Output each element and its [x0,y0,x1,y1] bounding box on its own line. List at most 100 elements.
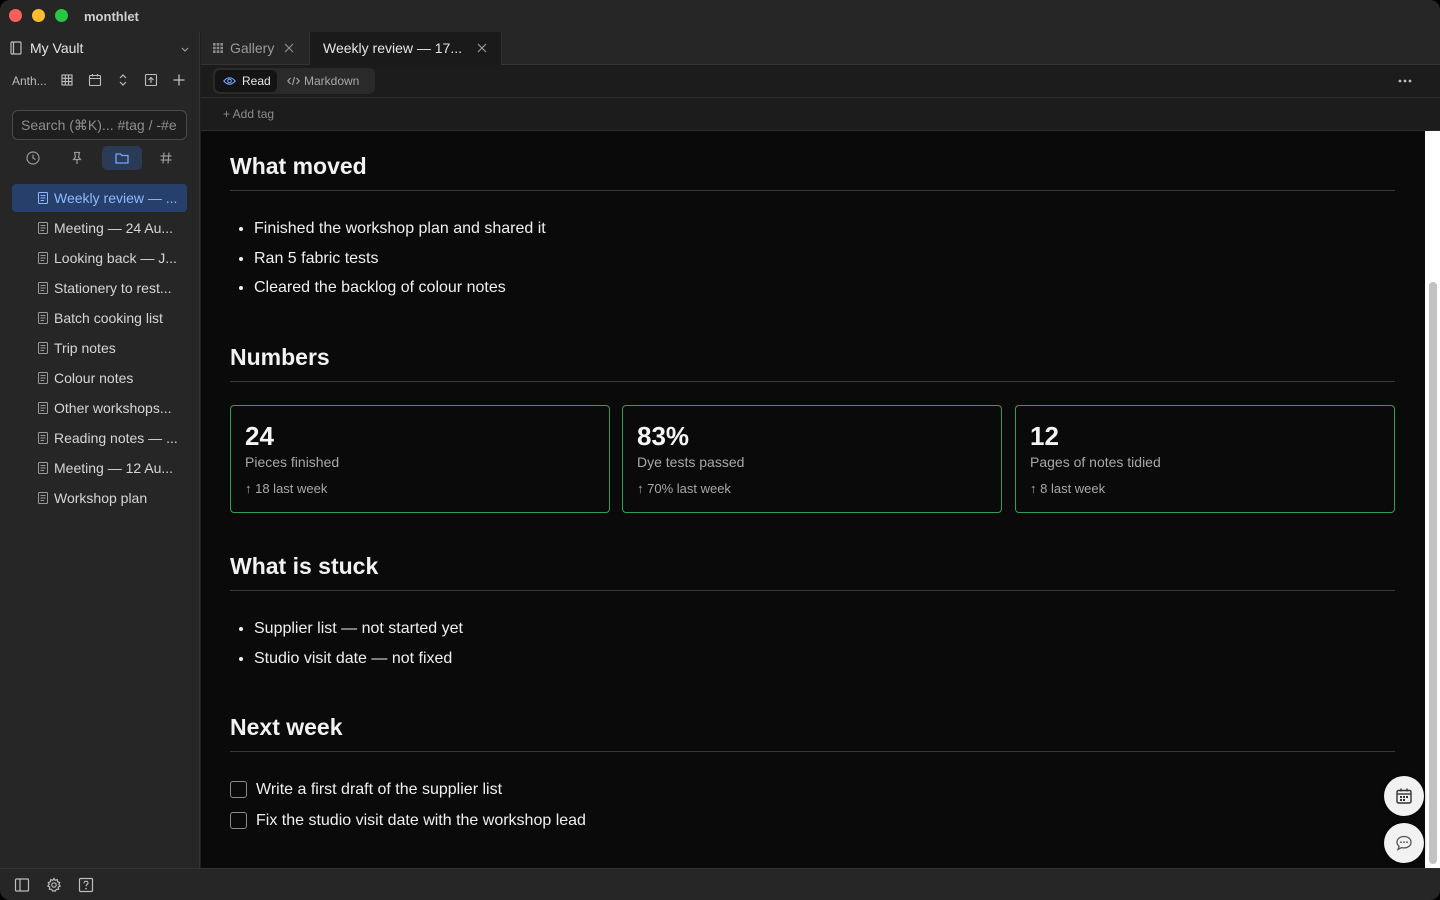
sort-icon[interactable] [115,72,131,88]
vault-switcher[interactable]: My Vault [0,32,200,64]
import-icon[interactable] [143,72,159,88]
add-tag-button[interactable]: + Add tag [223,107,274,121]
stat-value: 24 [245,421,274,451]
stat-label: Dye tests passed [637,454,745,470]
pin-icon [72,151,82,164]
file-item[interactable]: Trip notes [12,334,187,362]
heading-divider [230,590,1395,591]
zoom-window-button[interactable] [55,9,68,22]
list-item: Cleared the backlog of colour notes [254,278,546,308]
note-icon [38,372,48,384]
calendar-icon[interactable] [87,72,103,88]
stat-value: 12 [1030,421,1059,451]
sidebar-toggle-icon[interactable] [14,877,30,893]
note-icon [38,342,48,354]
note-icon [38,462,48,474]
close-window-button[interactable] [9,9,22,22]
heading-divider [230,751,1395,752]
new-note-icon[interactable] [171,72,187,88]
file-name: Meeting — 12 Au... [54,460,174,476]
markdown-mode-button[interactable]: Markdown [279,70,373,92]
mode-bar: Read Markdown [201,65,1440,98]
stat-delta: ↑ 8 last week [1030,481,1106,496]
tab-pinned[interactable] [57,146,97,170]
tab-tags[interactable] [146,146,186,170]
stat-card: 24 Pieces finished ↑ 18 last week [230,405,610,513]
markdown-mode-label: Markdown [304,74,360,88]
tag-bar: + Add tag [201,98,1440,131]
close-icon[interactable] [477,43,487,53]
close-icon[interactable] [284,43,294,53]
gear-icon[interactable] [46,877,62,893]
file-name: Stationery to rest... [54,280,172,296]
tab-label: Gallery [230,40,275,56]
stat-delta: ↑ 18 last week [245,481,328,496]
file-name: Meeting — 24 Au... [54,220,174,236]
vault-name: My Vault [30,40,84,56]
file-name: Workshop plan [54,490,148,506]
bottom-bar [0,868,1440,900]
list-item: Supplier list — not started yet [254,619,463,649]
task-text: Fix the studio visit date with the works… [256,812,586,829]
more-options-icon[interactable] [1397,75,1413,87]
sidebar-toolbar: Anth... [0,64,200,98]
calendar-button[interactable] [1384,776,1424,816]
view-mode-toggle: Read Markdown [213,68,375,94]
file-item[interactable]: Workshop plan [12,484,187,512]
file-name: Other workshops... [54,400,172,416]
tab-folders[interactable] [102,146,142,170]
section-heading: What moved [230,153,367,179]
heading-divider [230,381,1395,382]
chevron-down-icon [181,47,189,52]
tab-label: Weekly review — 17... [323,40,463,56]
note-icon [38,192,48,204]
stat-label: Pieces finished [245,454,340,470]
code-icon [287,76,300,86]
file-item[interactable]: Stationery to rest... [12,274,187,302]
sort-label[interactable]: Anth... [12,74,50,88]
clock-icon [26,151,40,165]
file-item[interactable]: Batch cooking list [12,304,187,332]
stat-label: Pages of notes tidied [1030,454,1161,470]
heading-divider [230,190,1395,191]
file-item[interactable]: Reading notes — ... [12,424,187,452]
note-icon [38,432,48,444]
chat-button[interactable] [1384,823,1424,863]
tab-recent[interactable] [13,146,53,170]
file-item[interactable]: Colour notes [12,364,187,392]
tab-weekly-review[interactable]: Weekly review — 17... [309,32,502,65]
file-item[interactable]: Meeting — 12 Au... [12,454,187,482]
file-name: Colour notes [54,370,134,386]
scrollbar-thumb[interactable] [1429,282,1437,864]
file-item[interactable]: Weekly review — ... [12,184,187,212]
note-icon [38,492,48,504]
grid-icon [213,43,223,53]
section-heading: Numbers [230,344,330,370]
eye-icon [223,77,236,85]
hash-icon [160,152,172,164]
tab-gallery[interactable]: Gallery [201,32,309,65]
title-bar: monthlet [0,0,1440,32]
read-mode-button[interactable]: Read [215,70,277,92]
note-icon [38,252,48,264]
task-checkbox[interactable] [230,812,247,829]
file-item[interactable]: Other workshops... [12,394,187,422]
document-view: What moved Finished the workshop plan an… [201,131,1425,868]
note-icon [38,222,48,234]
moved-list: Finished the workshop plan and shared it… [254,219,546,308]
calendar-icon [1396,788,1412,804]
help-icon[interactable] [78,877,94,893]
folder-icon [115,153,129,164]
task-checkbox[interactable] [230,781,247,798]
file-name: Weekly review — ... [54,190,178,206]
file-item[interactable]: Meeting — 24 Au... [12,214,187,242]
stat-card: 83% Dye tests passed ↑ 70% last week [622,405,1002,513]
file-item[interactable]: Looking back — J... [12,244,187,272]
search-input[interactable] [12,110,187,140]
minimize-window-button[interactable] [32,9,45,22]
file-name: Looking back — J... [54,250,177,266]
grid-view-icon[interactable] [59,72,75,88]
task-text: Write a first draft of the supplier list [256,781,503,798]
vault-icon [10,41,22,55]
note-icon [38,282,48,294]
